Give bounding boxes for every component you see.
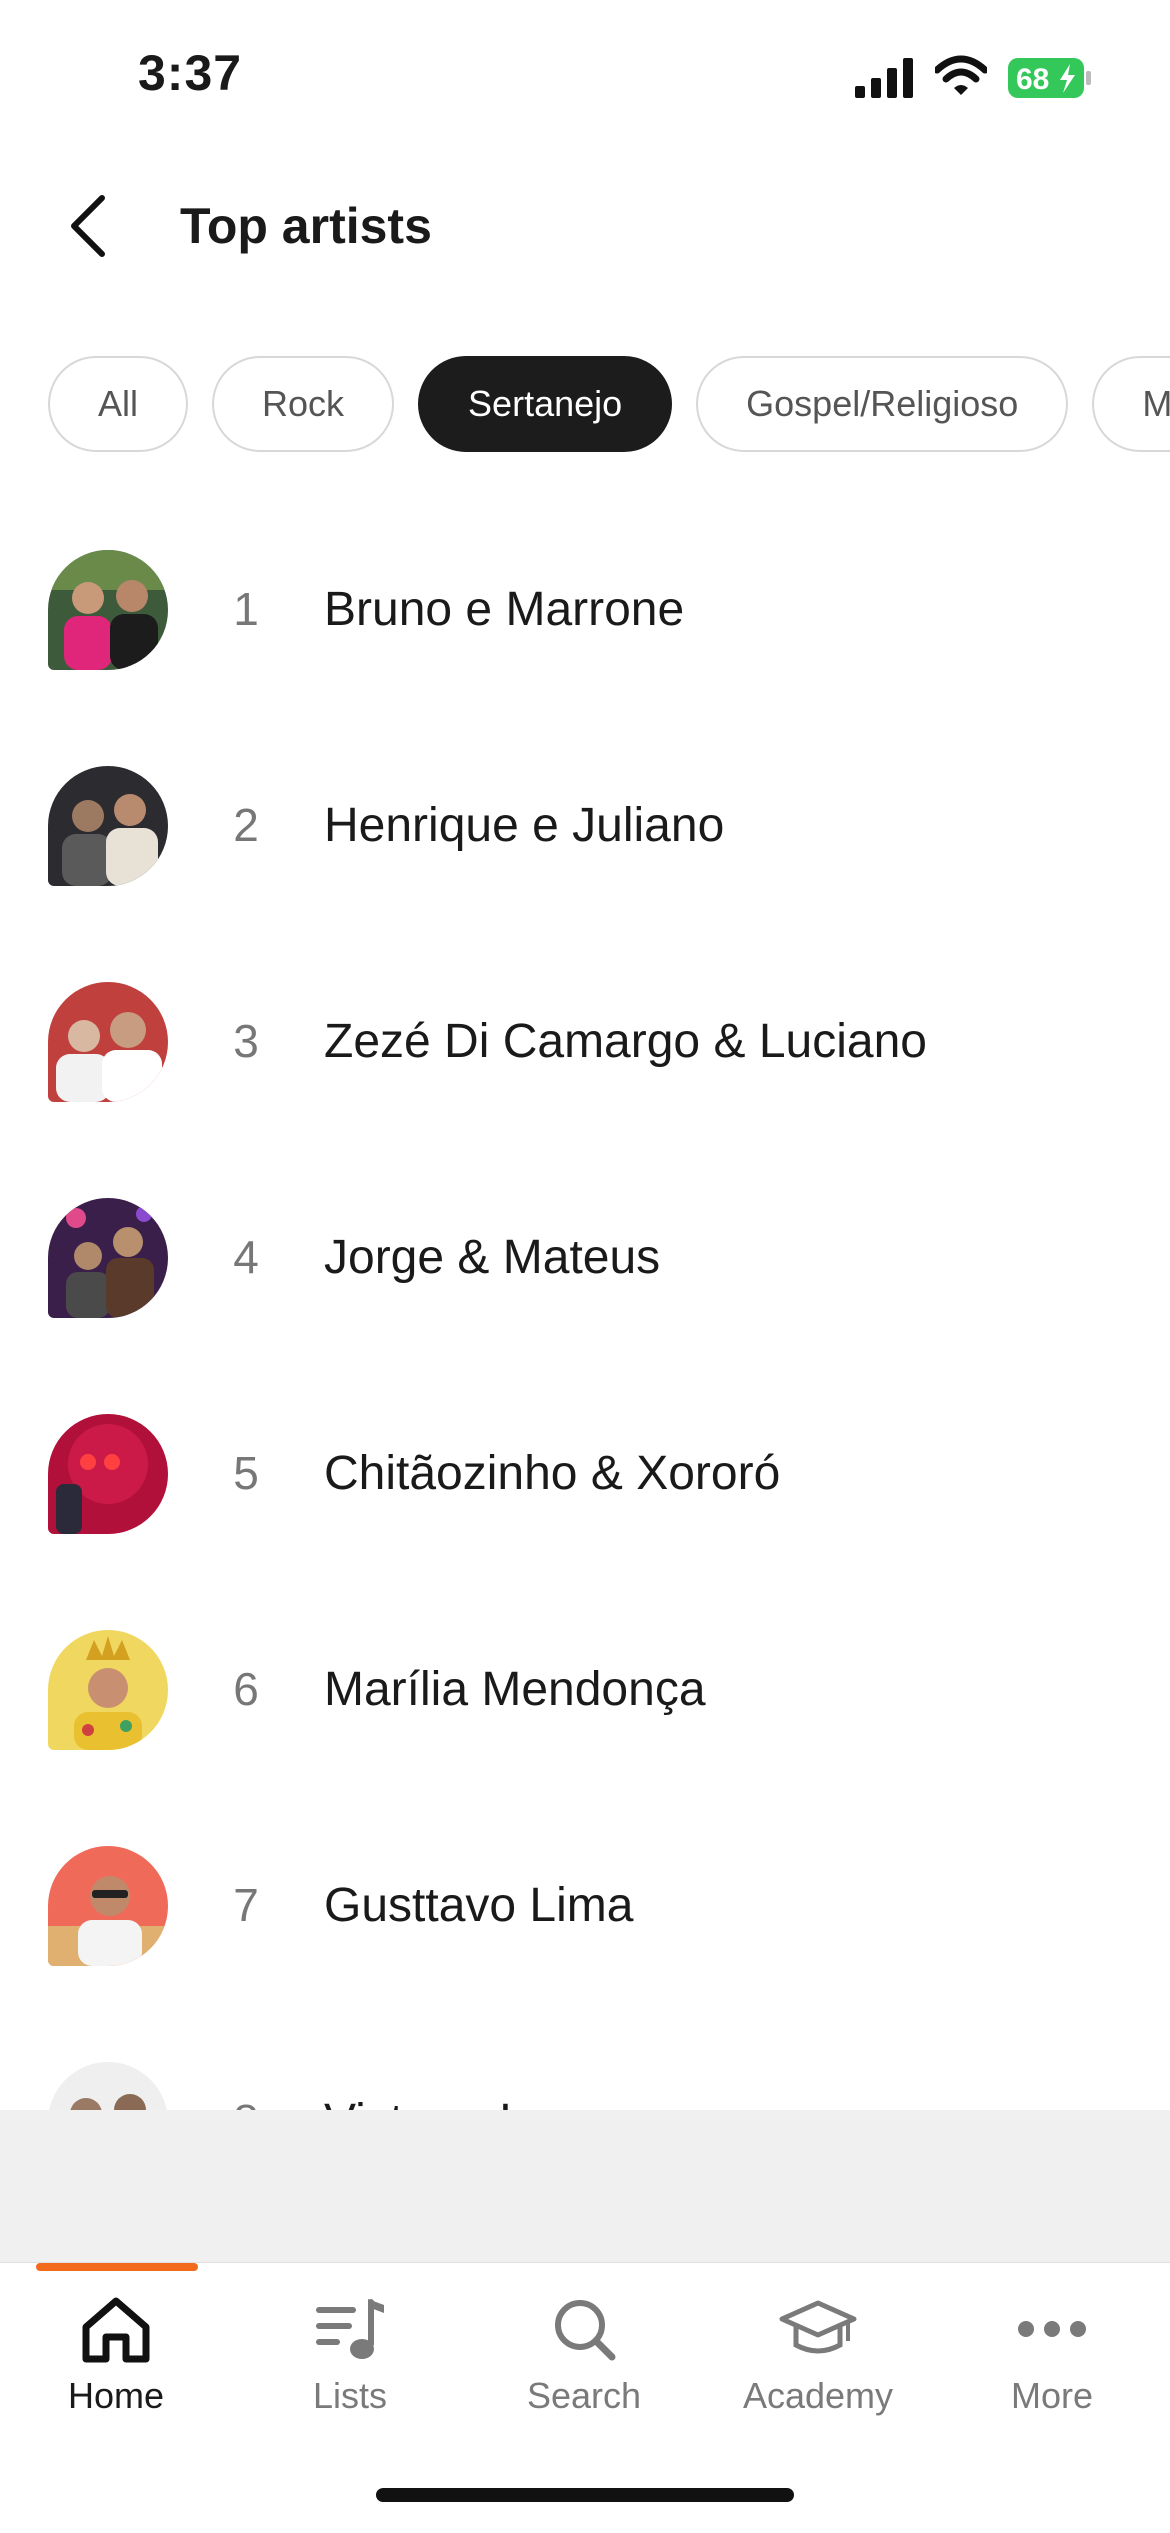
tab-label: Search	[526, 2375, 642, 2416]
artist-avatar	[48, 1630, 168, 1750]
tab-lists[interactable]: Lists	[250, 2293, 450, 2443]
artist-name: Henrique e Juliano	[324, 799, 725, 852]
status-bar: 3:37 68	[0, 0, 1170, 150]
artist-rank: 5	[233, 1447, 259, 1499]
tab-more[interactable]: More	[952, 2293, 1152, 2443]
more-dots-icon	[1018, 2321, 1086, 2337]
artist-name: Zezé Di Camargo & Luciano	[324, 1015, 927, 1068]
artist-avatar	[48, 2062, 168, 2110]
tab-label: Lists	[312, 2375, 388, 2416]
artist-name: Victor e Leo	[324, 2094, 579, 2110]
artist-row[interactable]: 3 Zezé Di Camargo & Luciano	[0, 962, 1170, 1178]
home-indicator	[376, 2488, 794, 2502]
wifi-icon	[935, 55, 987, 95]
artist-row[interactable]: 4 Jorge & Mateus	[0, 1178, 1170, 1394]
artist-avatar	[48, 1414, 168, 1534]
artist-row[interactable]: 5 Chitãozinho & Xororó	[0, 1394, 1170, 1610]
artist-avatar	[48, 1198, 168, 1318]
chip-all[interactable]: All	[48, 356, 189, 452]
artist-avatar	[48, 766, 168, 886]
artist-rank: 4	[233, 1231, 259, 1283]
tab-search[interactable]: Search	[484, 2293, 684, 2443]
artist-row[interactable]: 7 Gusttavo Lima	[0, 1826, 1170, 2042]
artist-list: 1 Bruno e Marrone 2 Henrique e Juliano 3…	[0, 530, 1170, 2110]
artist-name: Marília Mendonça	[324, 1663, 706, 1716]
chip-rock[interactable]: Rock	[212, 356, 395, 452]
artist-row[interactable]: 6 Marília Mendonça	[0, 1610, 1170, 1826]
genre-filter-chips: All Rock Sertanejo Gospel/Religioso M	[48, 356, 1170, 452]
artist-avatar	[48, 1846, 168, 1966]
home-icon	[82, 2297, 150, 2363]
tab-label: Home	[67, 2375, 165, 2416]
content-bottom-area	[0, 2110, 1170, 2262]
battery-icon: 68	[1008, 58, 1091, 98]
back-button[interactable]	[58, 190, 118, 262]
page-title: Top artists	[180, 198, 432, 254]
artist-row[interactable]: 2 Henrique e Juliano	[0, 746, 1170, 962]
tab-home[interactable]: Home	[16, 2293, 216, 2443]
artist-avatar	[48, 982, 168, 1102]
artist-name: Chitãozinho & Xororó	[324, 1447, 781, 1500]
artist-rank: 8	[228, 2094, 264, 2110]
chip-sertanejo[interactable]: Sertanejo	[418, 356, 673, 452]
chip-gospel-religioso[interactable]: Gospel/Religioso	[696, 356, 1069, 452]
artist-avatar	[48, 550, 168, 670]
graduation-cap-icon	[779, 2300, 857, 2354]
artist-rank: 6	[233, 1663, 259, 1715]
chip-partial[interactable]: M	[1092, 356, 1170, 452]
artist-name: Jorge & Mateus	[324, 1231, 661, 1284]
tab-label: Academy	[742, 2375, 894, 2416]
chevron-left-icon	[71, 195, 105, 257]
artist-name: Bruno e Marrone	[324, 583, 685, 636]
artist-rank: 2	[233, 799, 259, 851]
artist-row[interactable]: 1 Bruno e Marrone	[0, 530, 1170, 746]
artist-name: Gusttavo Lima	[324, 1879, 634, 1932]
search-icon	[555, 2300, 616, 2361]
tab-academy[interactable]: Academy	[718, 2293, 918, 2443]
artist-rank: 7	[233, 1879, 259, 1931]
status-time: 3:37	[138, 45, 243, 101]
active-tab-indicator	[36, 2263, 198, 2271]
tab-label: More	[1010, 2375, 1094, 2416]
artist-rank: 1	[233, 583, 259, 635]
artist-rank: 3	[233, 1015, 259, 1067]
music-list-icon	[316, 2299, 384, 2359]
battery-level: 68	[1016, 63, 1049, 96]
cellular-signal-icon	[855, 58, 913, 98]
artist-row[interactable]: 8 Victor e Leo	[0, 2042, 1170, 2110]
